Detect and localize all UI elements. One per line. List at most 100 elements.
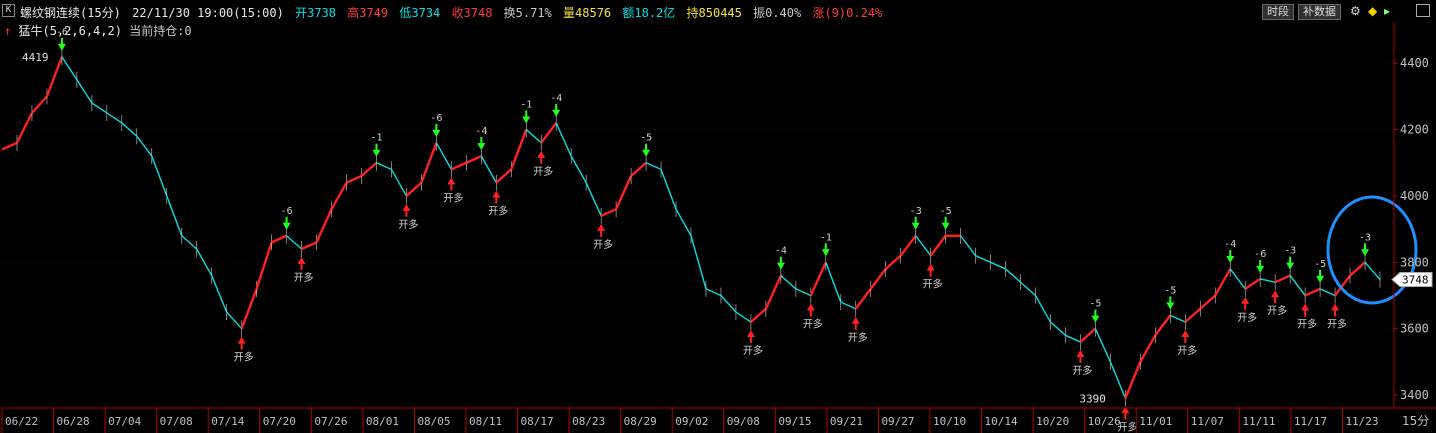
highlight-ellipse <box>1326 195 1418 305</box>
period-label: 15分 <box>1402 414 1429 428</box>
price-segment <box>1244 277 1261 290</box>
price-segment <box>705 288 722 297</box>
buy-arrow-icon <box>492 190 501 204</box>
signal-label: 开多 <box>488 205 508 218</box>
price-segment <box>975 255 991 263</box>
date-tick-label: 08/01 <box>366 415 399 428</box>
price-segment <box>315 208 333 243</box>
price-segment <box>226 311 243 330</box>
high-label: 4419 <box>22 51 49 64</box>
price-segment <box>1184 307 1202 323</box>
signal-label: -5 <box>1089 299 1101 310</box>
buy-arrow-icon <box>1181 330 1190 344</box>
y-tick-label: 3400 <box>1400 388 1429 402</box>
signal-label: -5 <box>1314 259 1326 270</box>
price-segment <box>1020 281 1036 297</box>
buy-arrow-icon <box>1271 290 1280 304</box>
signal-label: 开多 <box>398 218 418 231</box>
price-segment <box>720 295 737 313</box>
price-segment <box>240 288 258 330</box>
signal-label: -1 <box>370 133 382 144</box>
signal-label: -4 <box>550 93 562 104</box>
buy-arrow-icon <box>851 316 860 330</box>
price-segment <box>795 288 812 297</box>
price-segment <box>600 208 617 217</box>
price-segment <box>1229 268 1246 290</box>
buy-arrow-icon <box>1331 303 1340 317</box>
price-segment <box>1065 334 1081 343</box>
signal-annotations: -6 开多 -6 开多 -1 开多 -6 开多 -4 开多 -1 开多 -4 开多 -5 开多 -4 开多 -1 开多… <box>22 27 1418 433</box>
buy-arrow-icon <box>1301 303 1310 317</box>
buy-arrow-icon <box>447 177 456 191</box>
price-segment <box>1154 314 1172 337</box>
signal-label: -4 <box>775 246 787 257</box>
date-tick-label: 10/14 <box>985 415 1018 428</box>
kline-chart[interactable]: -6 开多 -6 开多 -1 开多 -6 开多 -4 开多 -1 开多 -4 开多 -5 开多 -4 开多 -1 开多… <box>0 0 1436 433</box>
sell-arrow-icon <box>821 243 830 257</box>
y-tick-label: 3800 <box>1400 255 1429 269</box>
price-segment <box>1109 361 1127 399</box>
date-tick-label: 09/02 <box>675 415 708 428</box>
price-segment <box>495 168 513 184</box>
buy-arrow-icon <box>1241 296 1250 310</box>
sell-arrow-icon <box>477 137 486 151</box>
price-segment <box>465 155 482 164</box>
signal-label: 开多 <box>294 271 314 284</box>
signal-label: -3 <box>910 206 922 217</box>
buy-arrow-icon <box>537 150 546 164</box>
signal-label: -5 <box>640 133 652 144</box>
sell-arrow-icon <box>282 216 291 230</box>
price-segment <box>1214 268 1232 297</box>
price-segment <box>91 102 108 114</box>
price-segment <box>360 161 378 177</box>
price-segment <box>630 161 647 177</box>
signal-label: -5 <box>940 206 952 217</box>
signal-label: -5 <box>1164 285 1176 296</box>
date-tick-label: 09/15 <box>778 415 811 428</box>
signal-label: 开多 <box>1237 311 1257 324</box>
date-tick-label: 10/10 <box>933 415 966 428</box>
price-segment <box>1005 268 1021 283</box>
price-segment <box>450 161 467 171</box>
price-segment <box>660 169 677 210</box>
date-tick-label: 07/20 <box>263 415 296 428</box>
price-segment <box>645 162 662 171</box>
signal-label: 开多 <box>1072 364 1092 377</box>
signal-label: -1 <box>820 232 832 243</box>
price-segment <box>255 242 273 290</box>
signal-label: -4 <box>1224 239 1236 250</box>
signal-label: 开多 <box>1177 344 1197 357</box>
sell-arrow-icon <box>1166 296 1175 310</box>
price-segment <box>1260 278 1276 283</box>
sell-arrow-icon <box>432 123 441 137</box>
signal-label: -6 <box>430 113 442 124</box>
price-segment <box>764 275 782 310</box>
price-segment <box>1094 328 1112 363</box>
price-segment <box>899 235 917 257</box>
price-segment <box>136 135 153 157</box>
date-tick-label: 11/11 <box>1242 415 1275 428</box>
price-segment <box>405 181 423 197</box>
signal-label: -6 <box>56 27 68 38</box>
price-segment <box>1199 294 1217 310</box>
low-label: 3390 <box>1079 392 1106 405</box>
price-segment <box>869 268 887 290</box>
price-segment <box>555 122 572 157</box>
signal-label: 开多 <box>593 238 613 251</box>
sell-arrow-icon <box>522 110 531 124</box>
price-segment <box>1139 334 1157 363</box>
y-tick-label: 3600 <box>1400 322 1429 336</box>
price-segment <box>750 307 767 323</box>
buy-arrow-icon <box>297 257 306 271</box>
date-tick-label: 11/01 <box>1139 415 1172 428</box>
price-segment <box>106 112 123 124</box>
signal-label: 开多 <box>1327 317 1347 330</box>
date-tick-label: 11/17 <box>1294 415 1327 428</box>
signal-label: 开多 <box>443 191 463 204</box>
price-segment <box>960 235 977 257</box>
price-segment <box>1079 327 1097 343</box>
sell-arrow-icon <box>1226 249 1235 263</box>
sell-arrow-icon <box>1286 256 1295 270</box>
price-segment <box>585 182 602 217</box>
current-price-label: 3748 <box>1402 274 1429 287</box>
